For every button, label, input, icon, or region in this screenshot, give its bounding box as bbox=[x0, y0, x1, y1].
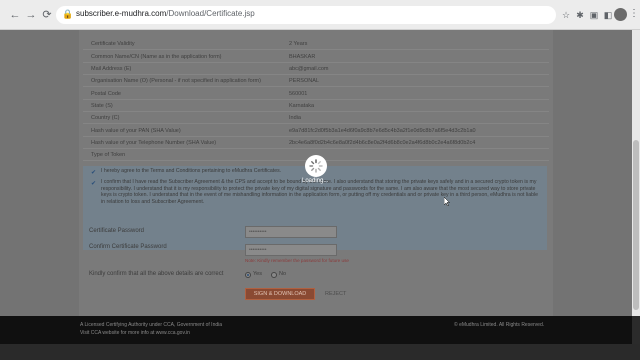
footer-line-1: A Licensed Certifying Authority under CC… bbox=[80, 322, 223, 328]
detail-value: e9a7d81fc2d0f5b3a1e4d6f0a9c8b7e6d5c4b3a2… bbox=[289, 128, 476, 134]
detail-label: Certificate Validity bbox=[91, 41, 135, 47]
radio-yes-label: Yes bbox=[253, 271, 262, 277]
detail-row: Hash value of your Telephone Number (SHA… bbox=[83, 137, 549, 149]
loading-text: Loading... bbox=[302, 178, 329, 184]
footer-copyright: © eMudhra Limited. All Rights Reserved. bbox=[454, 322, 545, 328]
back-arrow-icon[interactable]: ← bbox=[8, 8, 22, 22]
loading-spinner bbox=[305, 155, 327, 177]
radio-no-label: No bbox=[279, 271, 287, 277]
detail-row: Hash value of your PAN (SHA Value) e9a7d8… bbox=[83, 125, 549, 137]
extensions-icon[interactable]: ✱ bbox=[574, 9, 586, 21]
sign-download-button[interactable]: SIGN & DOWNLOAD bbox=[245, 288, 315, 300]
detail-value: 2 Years bbox=[289, 41, 308, 47]
radio-yes[interactable] bbox=[245, 272, 251, 278]
detail-label: Organisation Name (O) (Personal - if not… bbox=[91, 78, 261, 84]
mouse-cursor-icon bbox=[444, 197, 450, 206]
detail-row: Certificate Validity 2 Years bbox=[83, 38, 549, 50]
detail-label: Country (C) bbox=[91, 115, 120, 121]
profile-avatar[interactable] bbox=[614, 8, 627, 21]
detail-label: Type of Token bbox=[91, 152, 126, 158]
detail-row: Mail Address (E) abc@gmail.com bbox=[83, 63, 549, 75]
address-bar[interactable]: 🔒 subscriber.e-mudhra.com/Download/Certi… bbox=[56, 6, 556, 24]
detail-label: Common Name/CN (Name as in the applicati… bbox=[91, 54, 222, 60]
url-text: subscriber.e-mudhra.com/Download/Certifi… bbox=[76, 9, 255, 18]
bottom-strip bbox=[0, 344, 640, 360]
split-view-icon[interactable]: ◧ bbox=[602, 9, 614, 21]
footer-line-2: Visit CCA website for more info at www.c… bbox=[80, 330, 190, 336]
detail-row: State (S) Karnataka bbox=[83, 100, 549, 112]
confirm-question: Kindly confirm that all the above detail… bbox=[89, 271, 224, 277]
detail-row: Postal Code 560001 bbox=[83, 88, 549, 100]
detail-value: PERSONAL bbox=[289, 78, 319, 84]
cert-password-label: Certificate Password bbox=[89, 228, 145, 234]
detail-value: BHASKAR bbox=[289, 54, 316, 60]
detail-row: Common Name/CN (Name as in the applicati… bbox=[83, 51, 549, 63]
password-hint: Note: Kindly remember the password for f… bbox=[245, 258, 349, 263]
reject-button[interactable]: REJECT bbox=[325, 288, 349, 300]
radio-no[interactable] bbox=[271, 272, 277, 278]
kebab-menu-icon[interactable]: ⋮ bbox=[629, 8, 639, 19]
detail-value: 2bc4e6a8f0d2b4c6e8a0f2d4b6c8e0a2f4d6b8c0… bbox=[289, 140, 476, 146]
cert-password-input[interactable]: •••••••••• bbox=[245, 226, 337, 238]
scrollbar-thumb[interactable] bbox=[633, 140, 639, 310]
detail-value: India bbox=[289, 115, 301, 121]
scrollbar[interactable] bbox=[632, 30, 640, 316]
forward-arrow-icon[interactable]: → bbox=[24, 8, 38, 22]
detail-label: State (S) bbox=[91, 103, 113, 109]
puzzle-icon[interactable]: ▣ bbox=[588, 9, 600, 21]
spinner-icon bbox=[309, 159, 323, 173]
detail-label: Hash value of your Telephone Number (SHA… bbox=[91, 140, 217, 146]
detail-value: 560001 bbox=[289, 91, 308, 97]
browser-toolbar: ← → ⟳ 🔒 subscriber.e-mudhra.com/Download… bbox=[0, 0, 640, 30]
lock-icon: 🔒 bbox=[62, 9, 74, 19]
detail-label: Postal Code bbox=[91, 91, 121, 97]
reload-icon[interactable]: ⟳ bbox=[40, 8, 54, 22]
detail-row: Organisation Name (O) (Personal - if not… bbox=[83, 75, 549, 87]
detail-row: Country (C) India bbox=[83, 112, 549, 124]
confirm-password-input[interactable]: •••••••••• bbox=[245, 244, 337, 256]
star-icon[interactable]: ☆ bbox=[560, 9, 572, 21]
checkbox-agreement[interactable]: ✔ bbox=[91, 181, 97, 187]
detail-value: Karnataka bbox=[289, 103, 315, 109]
detail-label: Hash value of your PAN (SHA Value) bbox=[91, 128, 181, 134]
detail-label: Mail Address (E) bbox=[91, 66, 132, 72]
detail-value: abc@gmail.com bbox=[289, 66, 329, 72]
checkbox-terms[interactable]: ✔ bbox=[91, 170, 97, 176]
site-footer: A Licensed Certifying Authority under CC… bbox=[0, 316, 632, 344]
confirm-password-label: Confirm Certificate Password bbox=[89, 244, 167, 250]
